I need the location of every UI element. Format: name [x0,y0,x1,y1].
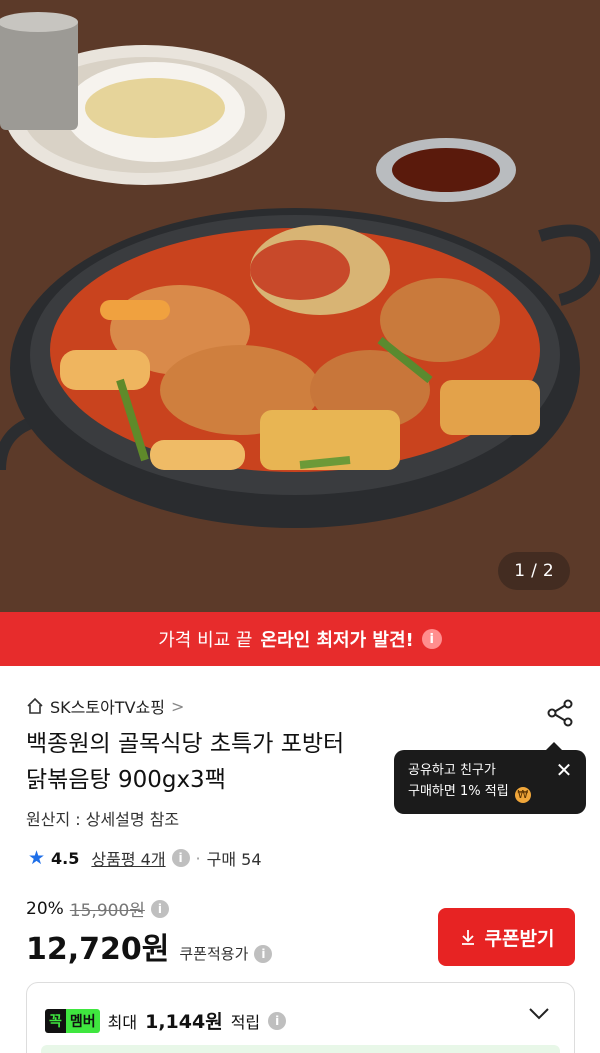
info-icon[interactable]: i [171,849,190,867]
tooltip-line2: 구매하면 1% 적립 [408,784,509,799]
seller-name: SK스토아TV쇼핑 [50,698,165,717]
purchase-count: 구매 54 [206,850,262,869]
member-reward-row: 꼭 멤버 최대 1,144원 적립 i [45,1007,287,1034]
member-suffix: 적립 [230,1012,261,1032]
rating-score: 4.5 [51,848,80,868]
info-icon[interactable]: i [421,629,442,649]
member-reward-box[interactable]: 꼭 멤버 최대 1,144원 적립 i [26,982,575,1053]
member-amount: 1,144원 [145,1011,223,1033]
member-badge: 꼭 멤버 [45,1008,100,1033]
info-icon[interactable]: i [268,1011,287,1030]
money-bag-icon: ₩ [514,787,531,803]
chevron-down-icon[interactable] [528,1007,550,1021]
product-photo [0,0,600,612]
product-title-line2: 닭볶음탕 900gx3팩 [26,767,226,793]
coupon-price-label: 쿠폰적용가 i [179,943,273,964]
product-origin: 원산지 : 상세설명 참조 [26,810,180,829]
coupon-button-label: 쿠폰받기 [484,928,555,950]
coupon-price-text: 쿠폰적용가 [179,945,249,963]
price-row: 12,720원 쿠폰적용가 i [26,924,273,968]
counter-total: 2 [542,561,554,581]
separator-dot: · [195,848,201,868]
promo-highlight: 온라인 최저가 발견! [260,630,414,651]
get-coupon-button[interactable]: 쿠폰받기 [438,908,575,966]
reviews-link[interactable]: 상품평 4개 [91,846,165,870]
download-icon [461,930,474,945]
close-icon[interactable]: ✕ [554,760,574,780]
original-price: 15,900원 [69,901,145,921]
product-title-line1: 백종원의 골목식당 초특가 포방터 [26,731,345,757]
member-detail-strip [41,1045,560,1053]
lowest-price-banner[interactable]: 가격 비교 끝 온라인 최저가 발견! i [0,612,600,666]
badge-part2: 멤버 [65,1008,100,1033]
product-image[interactable]: 1 / 2 [0,0,600,612]
rating-row: ★ 4.5 상품평 4개 i · 구매 54 [28,846,262,870]
seller-link[interactable]: SK스토아TV쇼핑 > [26,694,184,718]
home-icon [27,697,43,714]
info-icon[interactable]: i [150,899,169,918]
info-icon[interactable]: i [254,944,273,963]
image-page-counter: 1 / 2 [498,552,570,590]
chevron-right-icon: > [170,696,185,716]
badge-part1: 꼭 [45,1008,66,1033]
final-price: 12,720원 [26,932,170,967]
product-title: 백종원의 골목식당 초특가 포방터 닭볶음탕 900gx3팩 [26,726,446,798]
counter-current: 1 [514,561,526,581]
member-prefix: 최대 [107,1012,138,1032]
share-reward-tooltip: 공유하고 친구가 구매하면 1% 적립 ₩ ✕ [394,742,586,814]
discount-rate: 20% [26,898,64,919]
counter-separator: / [531,561,537,581]
discount-row: 20% 15,900원 i [26,896,169,921]
promo-prefix: 가격 비교 끝 [158,630,253,651]
share-icon[interactable] [546,698,576,728]
star-icon: ★ [28,847,46,869]
